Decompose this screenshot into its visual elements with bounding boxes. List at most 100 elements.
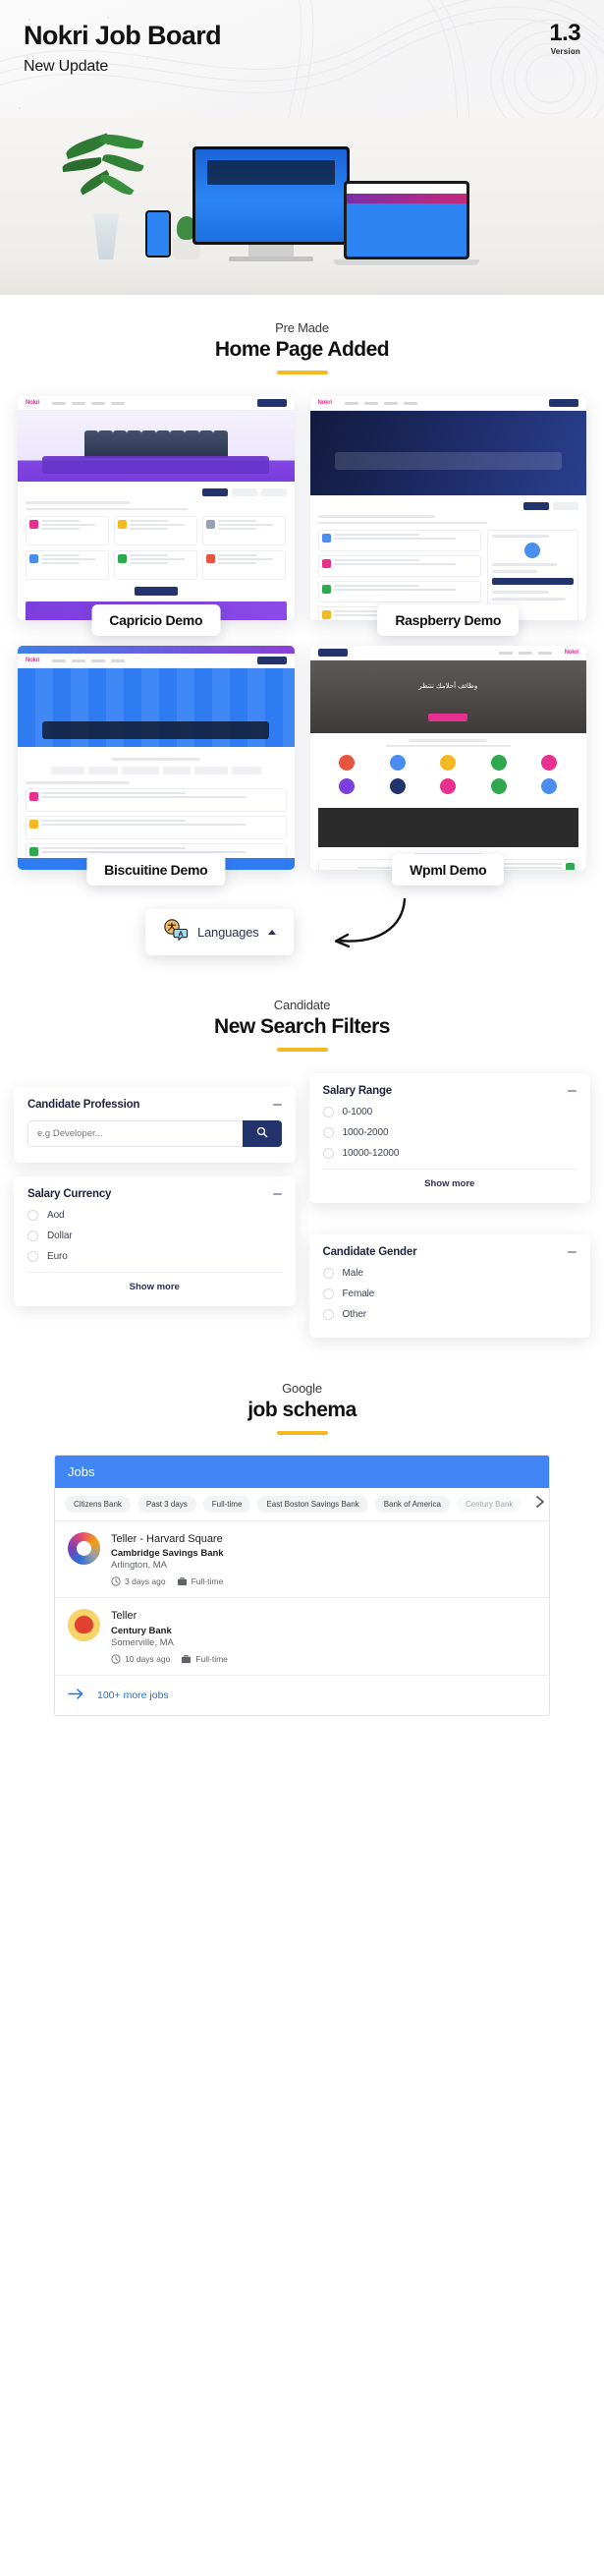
- job-details: Teller Century Bank Somerville, MA 10 da…: [111, 1609, 228, 1663]
- radio-button[interactable]: [322, 1268, 334, 1279]
- radio-option-male[interactable]: Male: [322, 1268, 577, 1279]
- radio-button[interactable]: [27, 1210, 38, 1221]
- home-section-eyebrow: Pre Made: [275, 320, 329, 335]
- job-title: Teller - Harvard Square: [111, 1533, 223, 1545]
- filter-title-candidate-gender: Candidate Gender: [322, 1246, 417, 1258]
- chip-full-time[interactable]: Full-time: [202, 1496, 251, 1513]
- radio-option-euro[interactable]: Euro: [27, 1251, 282, 1262]
- radio-option-dollar[interactable]: Dollar: [27, 1231, 282, 1241]
- filters-column-left: Candidate Profession e.g Developer... Sa…: [14, 1073, 296, 1306]
- languages-button[interactable]: A Languages: [145, 909, 294, 955]
- demo-card-capricio[interactable]: Nokri Capricio Demo: [18, 396, 295, 636]
- capricio-screenshot: Nokri: [18, 396, 295, 620]
- demo-card-biscuitine[interactable]: Nokri Biscuitine Demo: [18, 646, 295, 886]
- job-posted: 3 days ago: [111, 1576, 166, 1586]
- google-job-listing[interactable]: Teller - Harvard Square Cambridge Saving…: [55, 1521, 549, 1599]
- job-details: Teller - Harvard Square Cambridge Saving…: [111, 1532, 224, 1586]
- radio-option-aod[interactable]: Aod: [27, 1210, 282, 1221]
- demo-card-wpml[interactable]: Nokri وظائف أحلامك تنتظر Wpml Demo: [309, 646, 586, 886]
- hero-header: Nokri Job Board New Update 1.3 Version: [0, 0, 604, 76]
- more-jobs-label: 100+ more jobs: [97, 1689, 169, 1701]
- languages-label: Languages: [197, 925, 259, 940]
- demo-gallery: Nokri Capricio Demo Nokri Raspberry Demo…: [0, 374, 604, 893]
- demo-label-capricio: Capricio Demo: [91, 604, 221, 636]
- google-jobs-widget: Jobs Citizens Bank Past 3 days Full-time…: [54, 1455, 550, 1716]
- chip-century-bank[interactable]: Century Bank: [456, 1496, 522, 1513]
- radio-label: 0-1000: [342, 1107, 373, 1117]
- radio-button[interactable]: [322, 1288, 334, 1299]
- plant-decoration: [61, 131, 151, 259]
- radio-option-female[interactable]: Female: [322, 1288, 577, 1299]
- century-bank-logo: [68, 1609, 100, 1642]
- phone-mockup: [145, 210, 171, 258]
- raspberry-screenshot: Nokri: [309, 396, 586, 620]
- home-pages-section: Pre Made Home Page Added Nokri Capricio …: [0, 295, 604, 972]
- desktop-monitor-mockup: [192, 146, 350, 261]
- home-section-title: Home Page Added: [214, 338, 390, 361]
- radio-button[interactable]: [322, 1107, 334, 1117]
- curved-arrow-icon: [334, 897, 407, 948]
- version-number: 1.3: [549, 20, 580, 46]
- radio-option-0-1000[interactable]: 0-1000: [322, 1107, 577, 1117]
- radio-button[interactable]: [322, 1148, 334, 1159]
- demo-card-raspberry[interactable]: Nokri Raspberry Demo: [309, 396, 586, 636]
- svg-text:A: A: [178, 929, 184, 938]
- minus-icon[interactable]: [272, 1104, 282, 1106]
- job-location: Somerville, MA: [111, 1636, 174, 1648]
- chip-past-3-days[interactable]: Past 3 days: [137, 1496, 196, 1513]
- arrow-right-icon: [68, 1688, 84, 1703]
- languages-area: A Languages: [0, 893, 604, 972]
- radio-button[interactable]: [322, 1127, 334, 1138]
- minus-icon[interactable]: [272, 1193, 282, 1195]
- more-jobs-link[interactable]: 100+ more jobs: [55, 1676, 549, 1715]
- page-subtitle: New Update: [24, 57, 109, 75]
- schema-section-title: job schema: [247, 1399, 357, 1421]
- job-type-text: Full-time: [191, 1576, 224, 1587]
- google-job-listing[interactable]: Teller Century Bank Somerville, MA 10 da…: [55, 1598, 549, 1676]
- caret-up-icon[interactable]: [267, 930, 276, 935]
- demo-row-1: Nokri Capricio Demo Nokri Raspberry Demo: [18, 396, 586, 636]
- version-badge: 1.3 Version: [549, 20, 580, 57]
- chips-next-button[interactable]: [527, 1495, 546, 1514]
- filter-card-header: Candidate Profession: [27, 1099, 282, 1111]
- hero-title-block: Nokri Job Board New Update: [24, 21, 222, 76]
- filter-title-candidate-profession: Candidate Profession: [27, 1099, 140, 1111]
- filter-card-header: Candidate Gender: [323, 1246, 577, 1258]
- radio-label: 10000-12000: [342, 1148, 400, 1159]
- radio-option-other[interactable]: Other: [322, 1309, 577, 1320]
- job-posted-text: 3 days ago: [125, 1576, 166, 1587]
- briefcase-icon: [177, 1576, 188, 1586]
- landing-page: Nokri Job Board New Update 1.3 Version P…: [0, 0, 604, 1746]
- chip-bank-of-america[interactable]: Bank of America: [374, 1496, 450, 1513]
- radio-button[interactable]: [27, 1231, 38, 1241]
- minus-icon[interactable]: [568, 1251, 577, 1253]
- radio-button[interactable]: [322, 1309, 334, 1320]
- candidate-profession-search-button[interactable]: [242, 1120, 282, 1147]
- salary-currency-show-more[interactable]: Show more: [27, 1272, 282, 1302]
- clock-icon: [111, 1576, 121, 1586]
- salary-range-show-more[interactable]: Show more: [322, 1169, 577, 1199]
- hero-banner: Nokri Job Board New Update 1.3 Version: [0, 0, 604, 295]
- demo-label-raspberry: Raspberry Demo: [377, 604, 520, 636]
- chip-east-boston-savings-bank[interactable]: East Boston Savings Bank: [257, 1496, 368, 1513]
- radio-option-10000-12000[interactable]: 10000-12000: [322, 1148, 577, 1159]
- filter-card-header: Salary Range: [323, 1085, 577, 1097]
- job-company: Cambridge Savings Bank: [111, 1548, 224, 1560]
- candidate-profession-input[interactable]: [27, 1120, 243, 1147]
- job-meta: 10 days ago Full-time: [111, 1654, 228, 1664]
- job-location: Arlington, MA: [111, 1560, 168, 1572]
- chip-citizens-bank[interactable]: Citizens Bank: [65, 1496, 131, 1513]
- minus-icon[interactable]: [568, 1090, 577, 1092]
- radio-label: 1000-2000: [342, 1127, 389, 1138]
- chevron-right-icon: [534, 1495, 546, 1514]
- search-filters-section: Candidate New Search Filters Candidate P…: [0, 972, 604, 1355]
- filters-section-title: New Search Filters: [214, 1015, 390, 1038]
- job-employment-type: Full-time: [181, 1654, 228, 1664]
- vase: [93, 214, 119, 259]
- radio-button[interactable]: [27, 1251, 38, 1262]
- demo-label-biscuitine: Biscuitine Demo: [86, 854, 226, 886]
- radio-option-1000-2000[interactable]: 1000-2000: [322, 1127, 577, 1138]
- filter-card-candidate-profession: Candidate Profession: [14, 1087, 296, 1163]
- job-employment-type: Full-time: [177, 1576, 224, 1587]
- job-title: Teller: [111, 1610, 137, 1623]
